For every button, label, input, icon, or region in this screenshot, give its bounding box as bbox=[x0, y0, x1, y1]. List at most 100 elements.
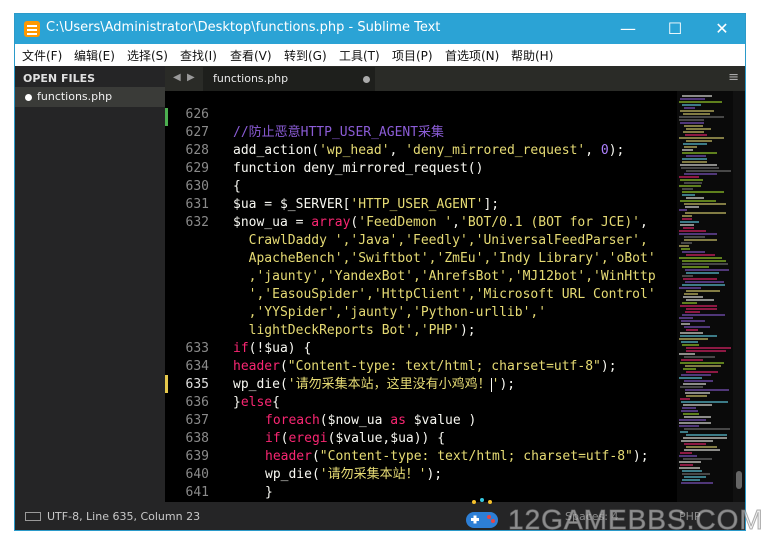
minimap-line bbox=[682, 473, 710, 475]
code-token: , bbox=[452, 215, 460, 230]
tab-modified-icon[interactable] bbox=[363, 76, 370, 83]
line-number: 641 bbox=[185, 485, 209, 500]
minimap-line bbox=[681, 374, 711, 376]
code-token: //防止恶意HTTP_USER_AGENT采集 bbox=[233, 125, 445, 140]
minimap-line bbox=[680, 464, 693, 466]
line-number: 630 bbox=[185, 179, 209, 194]
minimap-line bbox=[683, 413, 699, 415]
window-title: C:\Users\Administrator\Desktop\functions… bbox=[46, 20, 441, 35]
code-line: }else{ bbox=[233, 394, 280, 412]
code-line: wp_die('请勿采集本站！'); bbox=[265, 466, 442, 484]
minimap-line bbox=[679, 317, 693, 319]
current-code-line: wp_die('请勿采集本站，这里没有小鸡鸡！'); bbox=[233, 376, 515, 394]
code-token: ( bbox=[279, 359, 288, 374]
menu-help[interactable]: 帮助(H) bbox=[511, 47, 553, 64]
minimap-line bbox=[679, 185, 701, 187]
minimap-line bbox=[682, 104, 701, 106]
minimap-line bbox=[682, 302, 697, 304]
minimap-line bbox=[680, 221, 699, 223]
tab-back-icon[interactable]: ◀ bbox=[173, 72, 181, 83]
minimap-line bbox=[684, 173, 717, 175]
minimap-line bbox=[684, 380, 713, 382]
line-number: 637 bbox=[185, 413, 209, 428]
code-token: header bbox=[265, 449, 312, 464]
minimap-line bbox=[682, 152, 717, 154]
code-token: ); bbox=[499, 377, 516, 392]
menu-selection[interactable]: 选择(S) bbox=[127, 47, 168, 64]
minimap-line bbox=[682, 407, 696, 409]
minimap-line bbox=[680, 305, 717, 307]
current-line-number: 635 bbox=[185, 377, 209, 392]
code-token: add_action( bbox=[233, 143, 320, 158]
menu-edit[interactable]: 编辑(E) bbox=[74, 47, 115, 64]
code-line-wrapped: ,'jaunty','YandexBot','AhrefsBot','MJ12b… bbox=[233, 269, 656, 284]
minimap-line bbox=[681, 482, 713, 484]
menu-find[interactable]: 查找(I) bbox=[180, 47, 217, 64]
minimap-line bbox=[684, 293, 698, 295]
minimap-line bbox=[680, 335, 717, 337]
scrollbar-thumb[interactable] bbox=[736, 471, 742, 489]
code-token: $value ) bbox=[405, 413, 477, 428]
code-token: if bbox=[265, 431, 281, 446]
minimap-line bbox=[683, 113, 710, 115]
minimap-line bbox=[686, 197, 704, 199]
minimap-line bbox=[685, 212, 726, 214]
sidebar-item-functions-php[interactable]: functions.php bbox=[15, 87, 165, 107]
minimap-line bbox=[684, 146, 697, 148]
tab-functions-php[interactable]: functions.php bbox=[203, 67, 375, 91]
code-line: if(eregi($value,$ua)) { bbox=[265, 430, 445, 448]
menu-preferences[interactable]: 首选项(N) bbox=[445, 47, 499, 64]
minimap-line bbox=[679, 422, 711, 424]
minimap-line bbox=[679, 209, 687, 211]
menu-project[interactable]: 项目(P) bbox=[392, 47, 433, 64]
minimap-line bbox=[684, 326, 710, 328]
minimap-line bbox=[684, 416, 711, 418]
tab-menu-icon[interactable]: ≡ bbox=[728, 70, 739, 85]
code-token: } bbox=[265, 485, 273, 500]
panel-toggle-icon[interactable] bbox=[25, 512, 41, 521]
minimap-line bbox=[686, 128, 711, 130]
minimap-line bbox=[679, 455, 697, 457]
menu-file[interactable]: 文件(F) bbox=[22, 47, 62, 64]
vertical-scrollbar[interactable] bbox=[733, 91, 745, 502]
minimap-line bbox=[680, 98, 705, 100]
minimap-line bbox=[679, 467, 700, 469]
close-button[interactable]: ✕ bbox=[699, 14, 745, 44]
minimap-line bbox=[679, 176, 699, 178]
minimap[interactable] bbox=[677, 91, 733, 502]
code-line: header("Content-type: text/html; charset… bbox=[233, 358, 617, 376]
menu-view[interactable]: 查看(V) bbox=[230, 47, 272, 64]
minimap-line bbox=[684, 356, 715, 358]
open-files-header: OPEN FILES bbox=[23, 72, 96, 85]
line-number: 632 bbox=[185, 215, 209, 230]
minimap-line bbox=[686, 155, 706, 157]
tab-forward-icon[interactable]: ▶ bbox=[187, 72, 195, 83]
minimap-line bbox=[683, 368, 696, 370]
minimap-line bbox=[680, 122, 704, 124]
code-editor[interactable]: 626 627 628 629 630 631 632 633 634 635 … bbox=[165, 91, 745, 502]
menu-goto[interactable]: 转到(G) bbox=[284, 47, 327, 64]
code-token: "Content-type: text/html; charset=utf-8" bbox=[287, 359, 601, 374]
code-token: wp_die( bbox=[265, 467, 320, 482]
line-number: 631 bbox=[185, 197, 209, 212]
sublime-window: C:\Users\Administrator\Desktop\functions… bbox=[14, 13, 746, 531]
minimap-line bbox=[685, 392, 710, 394]
tab-bar: ◀ ▶ functions.php ≡ bbox=[165, 66, 745, 91]
minimize-button[interactable]: — bbox=[605, 14, 651, 44]
status-position: UTF-8, Line 635, Column 23 bbox=[47, 510, 201, 523]
minimap-line bbox=[680, 386, 703, 388]
code-token: ( bbox=[311, 449, 320, 464]
code-line: //防止恶意HTTP_USER_AGENT采集 bbox=[233, 124, 444, 142]
code-line: header("Content-type: text/html; charset… bbox=[265, 448, 649, 466]
minimap-line bbox=[686, 170, 731, 172]
minimap-line bbox=[684, 449, 720, 451]
code-token: 'HTTP_USER_AGENT' bbox=[350, 197, 484, 212]
code-line-wrapped: ApacheBench','Swiftbot','ZmEu','Indy Lib… bbox=[233, 251, 656, 266]
minimap-line bbox=[682, 263, 728, 265]
maximize-button[interactable]: ☐ bbox=[652, 14, 698, 44]
minimap-line bbox=[681, 167, 719, 169]
code-token: ); bbox=[608, 143, 625, 158]
code-token: , bbox=[585, 143, 601, 158]
menu-tools[interactable]: 工具(T) bbox=[339, 47, 380, 64]
code-area[interactable]: //防止恶意HTTP_USER_AGENT采集 add_action('wp_h… bbox=[233, 91, 677, 502]
